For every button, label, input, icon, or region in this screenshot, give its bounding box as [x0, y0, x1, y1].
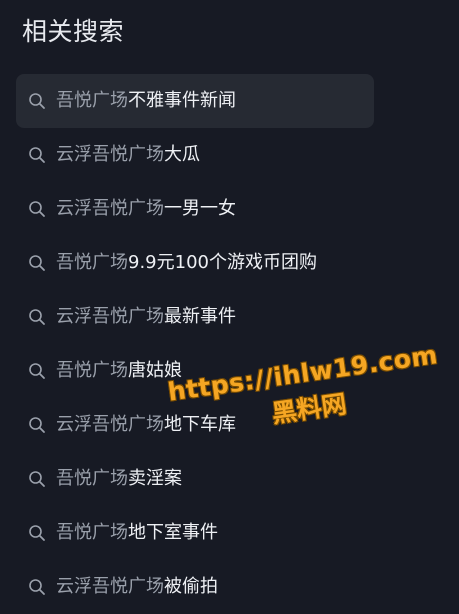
suggestion-label: 云浮吾悦广场最新事件: [56, 304, 236, 330]
suggestion-label: 吾悦广场卖淫案: [56, 466, 182, 492]
search-icon: [26, 360, 48, 382]
suggestion-prefix: 云浮吾悦广场: [56, 144, 164, 165]
suggestion-item[interactable]: 云浮吾悦广场大瓜: [16, 128, 374, 182]
suggestion-label: 吾悦广场不雅事件新闻: [56, 88, 236, 114]
suggestion-prefix: 吾悦广场: [56, 360, 128, 381]
suggestion-item[interactable]: 吾悦广场唐姑娘: [16, 344, 374, 398]
suggestion-suffix: 地下车库: [164, 414, 236, 435]
related-search-list: 吾悦广场不雅事件新闻 云浮吾悦广场大瓜 云浮吾悦广场一男一女 吾悦广场9.9元1…: [16, 74, 374, 614]
suggestion-suffix: 唐姑娘: [128, 360, 182, 381]
suggestion-item[interactable]: 吾悦广场不雅事件新闻: [16, 74, 374, 128]
suggestion-suffix: 卖淫案: [128, 468, 182, 489]
suggestion-item[interactable]: 吾悦广场卖淫案: [16, 452, 374, 506]
search-icon: [26, 468, 48, 490]
suggestion-suffix: 被偷拍: [164, 576, 218, 597]
suggestion-item[interactable]: 云浮吾悦广场被偷拍: [16, 560, 374, 614]
suggestion-label: 吾悦广场9.9元100个游戏币团购: [56, 250, 317, 276]
search-icon: [26, 90, 48, 112]
suggestion-suffix: 最新事件: [164, 306, 236, 327]
suggestion-suffix: 大瓜: [164, 144, 200, 165]
search-icon: [26, 144, 48, 166]
suggestion-prefix: 云浮吾悦广场: [56, 414, 164, 435]
suggestion-item[interactable]: 云浮吾悦广场最新事件: [16, 290, 374, 344]
suggestion-prefix: 云浮吾悦广场: [56, 306, 164, 327]
section-title: 相关搜索: [22, 17, 125, 46]
suggestion-suffix: 9.9元100个游戏币团购: [128, 252, 317, 273]
suggestion-label: 吾悦广场地下室事件: [56, 520, 218, 546]
suggestion-label: 云浮吾悦广场大瓜: [56, 142, 200, 168]
suggestion-suffix: 一男一女: [164, 198, 236, 219]
suggestion-prefix: 吾悦广场: [56, 90, 128, 111]
search-icon: [26, 522, 48, 544]
search-icon: [26, 306, 48, 328]
suggestion-prefix: 吾悦广场: [56, 252, 128, 273]
suggestion-suffix: 不雅事件新闻: [128, 90, 236, 111]
suggestion-prefix: 云浮吾悦广场: [56, 576, 164, 597]
suggestion-prefix: 云浮吾悦广场: [56, 198, 164, 219]
search-icon: [26, 576, 48, 598]
suggestion-label: 吾悦广场唐姑娘: [56, 358, 182, 384]
suggestion-label: 云浮吾悦广场一男一女: [56, 196, 236, 222]
suggestion-suffix: 地下室事件: [128, 522, 218, 543]
suggestion-label: 云浮吾悦广场被偷拍: [56, 574, 218, 600]
suggestion-item[interactable]: 吾悦广场地下室事件: [16, 506, 374, 560]
suggestion-item[interactable]: 吾悦广场9.9元100个游戏币团购: [16, 236, 374, 290]
suggestion-label: 云浮吾悦广场地下车库: [56, 412, 236, 438]
search-icon: [26, 252, 48, 274]
search-icon: [26, 414, 48, 436]
search-icon: [26, 198, 48, 220]
suggestion-item[interactable]: 云浮吾悦广场地下车库: [16, 398, 374, 452]
suggestion-prefix: 吾悦广场: [56, 522, 128, 543]
suggestion-item[interactable]: 云浮吾悦广场一男一女: [16, 182, 374, 236]
suggestion-prefix: 吾悦广场: [56, 468, 128, 489]
